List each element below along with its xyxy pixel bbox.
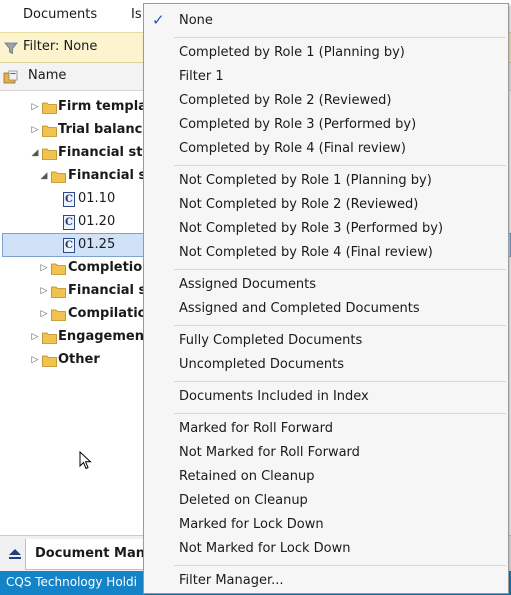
menu-item-filter-1[interactable]: Filter 1 <box>144 65 508 89</box>
menu-item-not-completed-role-4[interactable]: Not Completed by Role 4 (Final review) <box>144 241 508 265</box>
menu-item-marked-roll-forward[interactable]: Marked for Roll Forward <box>144 417 508 441</box>
tree-node-label: 01.20 <box>78 214 116 229</box>
eject-icon[interactable] <box>8 548 22 560</box>
menu-item-assigned-documents[interactable]: Assigned Documents <box>144 273 508 297</box>
menu-item-not-marked-lock-down[interactable]: Not Marked for Lock Down <box>144 537 508 561</box>
expand-arrow-icon[interactable]: ▷ <box>39 286 49 296</box>
folder-icon <box>42 102 57 114</box>
menu-item-label: Not Completed by Role 1 (Planning by) <box>179 173 432 188</box>
menu-item-label: Filter 1 <box>179 69 224 84</box>
menu-item-label: Not Completed by Role 4 (Final review) <box>179 245 433 260</box>
menu-separator <box>174 325 506 326</box>
menu-item-label: Documents Included in Index <box>179 389 369 404</box>
menu-item-label: Completed by Role 4 (Final review) <box>179 141 406 156</box>
menu-separator <box>174 269 506 270</box>
menu-item-completed-role-4[interactable]: Completed by Role 4 (Final review) <box>144 137 508 161</box>
menu-item-completed-role-2[interactable]: Completed by Role 2 (Reviewed) <box>144 89 508 113</box>
status-text: CQS Technology Holdi <box>6 575 137 589</box>
menu-item-label: Not Completed by Role 2 (Reviewed) <box>179 197 419 212</box>
menu-item-not-completed-role-3[interactable]: Not Completed by Role 3 (Performed by) <box>144 217 508 241</box>
menu-item-label: Marked for Lock Down <box>179 517 324 532</box>
menu-separator <box>174 381 506 382</box>
menu-item-deleted-cleanup[interactable]: Deleted on Cleanup <box>144 489 508 513</box>
menu-item-label: Completed by Role 2 (Reviewed) <box>179 93 392 108</box>
menu-separator <box>174 165 506 166</box>
tree-node-label: Engagement <box>58 329 151 344</box>
filter-icon <box>4 42 18 55</box>
tree-node-label: Trial balance <box>58 122 152 137</box>
collapse-arrow-icon[interactable]: ◢ <box>39 171 49 181</box>
tree-node-label: Other <box>58 352 100 367</box>
filter-dropdown-menu: ✓ None Completed by Role 1 (Planning by)… <box>143 3 509 594</box>
folder-icon <box>51 286 66 298</box>
menu-separator <box>174 565 506 566</box>
menu-issues[interactable]: Is <box>131 7 142 22</box>
menu-item-not-marked-roll-forward[interactable]: Not Marked for Roll Forward <box>144 441 508 465</box>
menu-item-label: Fully Completed Documents <box>179 333 363 348</box>
tree-node-label: Firm templa <box>58 99 147 114</box>
folder-icon <box>51 263 66 275</box>
tree-node-label: 01.25 <box>78 237 116 252</box>
expand-arrow-icon[interactable]: ▷ <box>30 102 40 112</box>
tree-node-label: Financial st <box>68 283 153 298</box>
menu-item-label: Marked for Roll Forward <box>179 421 334 436</box>
menu-item-label: Not Completed by Role 3 (Performed by) <box>179 221 444 236</box>
menu-item-label: Retained on Cleanup <box>179 469 315 484</box>
menu-item-label: Completed by Role 1 (Planning by) <box>179 45 405 60</box>
checkmark-icon: ✓ <box>152 11 165 29</box>
document-icon: C <box>63 238 75 253</box>
expand-arrow-icon[interactable]: ▷ <box>30 125 40 135</box>
folder-open-icon <box>51 171 66 183</box>
menu-item-assigned-completed-documents[interactable]: Assigned and Completed Documents <box>144 297 508 321</box>
tab-label: Document Man <box>35 546 146 561</box>
menu-item-marked-lock-down[interactable]: Marked for Lock Down <box>144 513 508 537</box>
menu-item-completed-role-3[interactable]: Completed by Role 3 (Performed by) <box>144 113 508 137</box>
documents-icon <box>3 70 18 84</box>
expand-arrow-icon[interactable]: ▷ <box>30 332 40 342</box>
tree-node-label: Financial sta <box>58 145 152 160</box>
column-name[interactable]: Name <box>28 68 66 83</box>
expand-arrow-icon[interactable]: ▷ <box>39 309 49 319</box>
menu-item-none[interactable]: ✓ None <box>144 9 508 33</box>
menu-item-uncompleted-documents[interactable]: Uncompleted Documents <box>144 353 508 377</box>
folder-open-icon <box>42 148 57 160</box>
menu-item-label: Deleted on Cleanup <box>179 493 308 508</box>
menu-item-label: Completed by Role 3 (Performed by) <box>179 117 417 132</box>
expand-arrow-icon[interactable]: ▷ <box>30 355 40 365</box>
menu-item-not-completed-role-2[interactable]: Not Completed by Role 2 (Reviewed) <box>144 193 508 217</box>
menu-separator <box>174 413 506 414</box>
expand-arrow-icon[interactable]: ▷ <box>39 263 49 273</box>
menu-item-label: Filter Manager... <box>179 573 284 588</box>
document-icon: C <box>63 192 75 207</box>
filter-label: Filter: None <box>23 39 98 54</box>
tree-node-label: 01.10 <box>78 191 116 206</box>
collapse-arrow-icon[interactable]: ◢ <box>30 148 40 158</box>
menu-item-label: None <box>179 13 213 28</box>
tree-node-label: Completion <box>68 260 152 275</box>
folder-icon <box>42 125 57 137</box>
menu-item-label: Uncompleted Documents <box>179 357 344 372</box>
menu-separator <box>174 37 506 38</box>
folder-icon <box>51 309 66 321</box>
tree-node-label: Compilatio <box>68 306 147 321</box>
menu-item-not-completed-role-1[interactable]: Not Completed by Role 1 (Planning by) <box>144 169 508 193</box>
menu-item-label: Assigned Documents <box>179 277 317 292</box>
menu-item-completed-role-1[interactable]: Completed by Role 1 (Planning by) <box>144 41 508 65</box>
menu-item-retained-cleanup[interactable]: Retained on Cleanup <box>144 465 508 489</box>
tree-node-label: Financial st <box>68 168 153 183</box>
menu-item-fully-completed-documents[interactable]: Fully Completed Documents <box>144 329 508 353</box>
menu-item-filter-manager[interactable]: Filter Manager... <box>144 569 508 593</box>
menu-documents[interactable]: Documents <box>23 7 97 22</box>
document-icon: C <box>63 215 75 230</box>
folder-icon <box>42 332 57 344</box>
menu-item-label: Not Marked for Lock Down <box>179 541 351 556</box>
menu-item-documents-in-index[interactable]: Documents Included in Index <box>144 385 508 409</box>
menu-item-label: Not Marked for Roll Forward <box>179 445 360 460</box>
menu-item-label: Assigned and Completed Documents <box>179 301 420 316</box>
folder-icon <box>42 355 57 367</box>
mouse-cursor-icon <box>79 451 92 470</box>
